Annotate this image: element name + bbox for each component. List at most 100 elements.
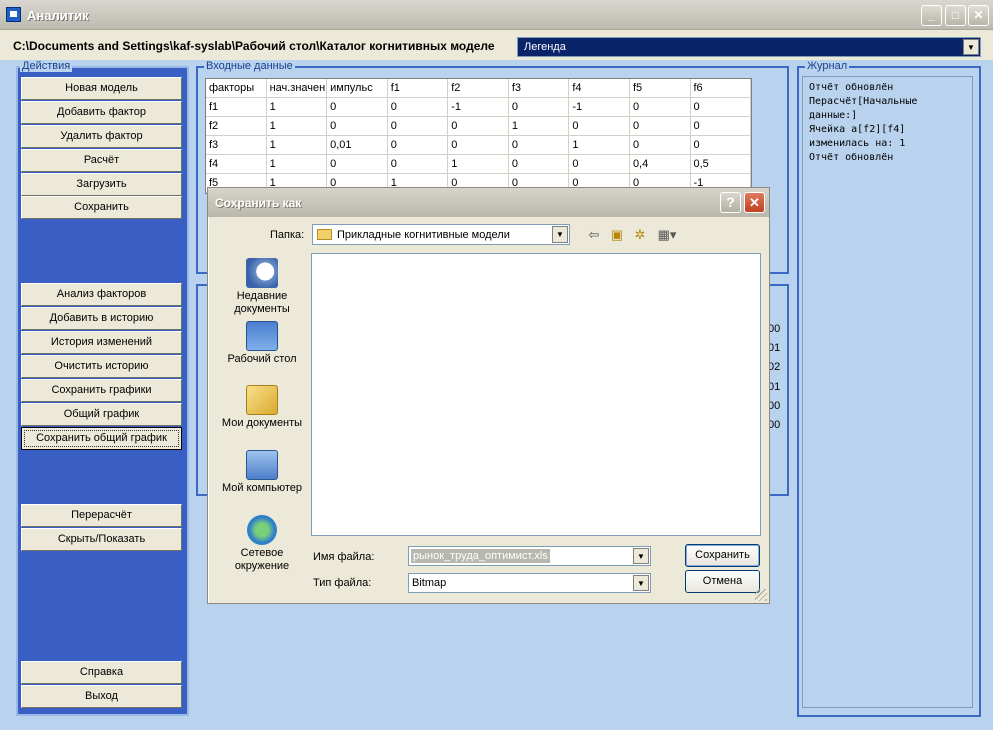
legend-select-value: Легенда: [524, 41, 566, 53]
chevron-down-icon[interactable]: ▼: [963, 39, 979, 55]
grid-cell[interactable]: 1: [266, 136, 328, 155]
chevron-down-icon[interactable]: ▼: [552, 226, 568, 243]
back-arrow-icon[interactable]: ⇦: [585, 226, 603, 244]
grid-cell[interactable]: 0: [387, 98, 449, 117]
minimize-button[interactable]: _: [921, 5, 942, 26]
grid-cell[interactable]: 0: [629, 98, 691, 117]
hide-show-button[interactable]: Скрыть/Показать: [21, 528, 182, 551]
grid-cell[interactable]: 0,01: [327, 136, 388, 155]
close-icon[interactable]: ✕: [744, 192, 765, 213]
legend-select[interactable]: Легенда ▼: [517, 37, 981, 57]
table-row: f1 1 0 0 -1 0 -1 0 0: [206, 98, 752, 117]
partial-value: 00: [768, 323, 781, 335]
partial-value: 01: [768, 342, 781, 355]
actions-group-title: Действия: [20, 60, 73, 72]
grid-cell[interactable]: 1: [569, 136, 630, 155]
grid-cell[interactable]: 1: [508, 117, 570, 136]
journal-log[interactable]: Отчёт обновлён Перасчёт[Начальные данные…: [802, 76, 973, 708]
new-model-button[interactable]: Новая модель: [21, 77, 182, 100]
grid-cell[interactable]: 0: [327, 155, 388, 174]
path-label: C:\Documents and Settings\kaf-syslab\Раб…: [13, 39, 495, 53]
maximize-button[interactable]: □: [945, 5, 966, 26]
change-history-button[interactable]: История изменений: [21, 331, 182, 354]
grid-cell[interactable]: 0: [387, 136, 449, 155]
new-folder-icon[interactable]: ✲: [631, 226, 649, 244]
grid-cell[interactable]: 0: [569, 117, 630, 136]
grid-cell[interactable]: 0: [508, 136, 570, 155]
delete-factor-button[interactable]: Удалить фактор: [21, 125, 182, 148]
dialog-save-button[interactable]: Сохранить: [685, 544, 760, 567]
input-data-grid[interactable]: факторы нач.значени импульс f1 f2 f3 f4 …: [205, 78, 752, 194]
folder-select[interactable]: Прикладные когнитивные модели ▼: [312, 224, 570, 245]
clear-history-button[interactable]: Очистить историю: [21, 355, 182, 378]
save-graphs-button[interactable]: Сохранить графики: [21, 379, 182, 402]
table-row: f4 1 0 0 1 0 0 0,4 0,5: [206, 155, 752, 174]
place-my-documents[interactable]: Мои документы: [214, 385, 310, 430]
grid-cell[interactable]: f2: [206, 117, 267, 136]
dialog-cancel-button[interactable]: Отмена: [685, 570, 760, 593]
grid-cell[interactable]: 0: [387, 155, 449, 174]
grid-cell[interactable]: 1: [266, 117, 328, 136]
grid-cell[interactable]: 0: [690, 117, 752, 136]
grid-cell[interactable]: 0: [448, 117, 509, 136]
file-list[interactable]: [311, 253, 761, 536]
my-documents-icon: [246, 385, 278, 415]
partial-value: 02: [768, 361, 781, 374]
grid-header-cell: факторы: [206, 79, 267, 98]
grid-cell[interactable]: 0: [569, 155, 630, 174]
table-row: f2 1 0 0 0 1 0 0 0: [206, 117, 752, 136]
filename-field[interactable]: рынок_труда_оптимист.xls ▼: [408, 546, 651, 566]
grid-cell[interactable]: 0: [629, 136, 691, 155]
grid-cell[interactable]: 0: [508, 98, 570, 117]
filename-label: Имя файла:: [313, 551, 375, 563]
grid-cell[interactable]: 1: [266, 98, 328, 117]
grid-cell[interactable]: 0: [327, 98, 388, 117]
place-network[interactable]: Сетевое окружение: [214, 515, 310, 573]
title-bar: Аналитик _ □ ✕: [0, 0, 993, 30]
place-desktop[interactable]: Рабочий стол: [214, 321, 310, 366]
add-factor-button[interactable]: Добавить фактор: [21, 101, 182, 124]
view-menu-icon[interactable]: ▦▾: [654, 226, 680, 244]
partial-value: 01: [768, 380, 781, 393]
grid-cell[interactable]: 0: [690, 98, 752, 117]
help-icon[interactable]: ?: [720, 192, 741, 213]
grid-cell[interactable]: f1: [206, 98, 267, 117]
place-recent[interactable]: Недавние документы: [214, 258, 310, 316]
grid-cell[interactable]: -1: [569, 98, 630, 117]
chevron-down-icon[interactable]: ▼: [633, 575, 649, 591]
grid-header-cell: f6: [690, 79, 752, 98]
grid-cell[interactable]: 0: [448, 136, 509, 155]
help-button[interactable]: Справка: [21, 661, 182, 684]
calculate-button[interactable]: Расчёт: [21, 149, 182, 172]
grid-cell[interactable]: f4: [206, 155, 267, 174]
grid-cell[interactable]: f3: [206, 136, 267, 155]
add-to-history-button[interactable]: Добавить в историю: [21, 307, 182, 330]
resize-grip[interactable]: [755, 589, 767, 601]
exit-button[interactable]: Выход: [21, 685, 182, 708]
factor-analysis-button[interactable]: Анализ факторов: [21, 283, 182, 306]
close-window-button[interactable]: ✕: [968, 5, 989, 26]
save-common-graph-button[interactable]: Сохранить общий график: [21, 427, 182, 450]
grid-cell[interactable]: 0,5: [690, 155, 752, 174]
grid-cell[interactable]: 1: [448, 155, 509, 174]
chevron-down-icon[interactable]: ▼: [633, 548, 649, 564]
recalculate-button[interactable]: Перерасчёт: [21, 504, 182, 527]
save-button[interactable]: Сохранить: [21, 196, 182, 219]
place-label: Мой компьютер: [221, 482, 303, 494]
grid-cell[interactable]: 0: [508, 155, 570, 174]
common-graph-button[interactable]: Общий график: [21, 403, 182, 426]
grid-cell[interactable]: 0: [690, 136, 752, 155]
grid-header-cell: импульс: [327, 79, 388, 98]
grid-cell[interactable]: 0: [629, 117, 691, 136]
grid-cell[interactable]: 0,4: [629, 155, 691, 174]
grid-cell[interactable]: 0: [387, 117, 449, 136]
grid-header-cell: f1: [387, 79, 449, 98]
place-my-computer[interactable]: Мой компьютер: [214, 450, 310, 495]
grid-cell[interactable]: 1: [266, 155, 328, 174]
load-button[interactable]: Загрузить: [21, 173, 182, 196]
filetype-select[interactable]: Bitmap ▼: [408, 573, 651, 593]
up-folder-icon[interactable]: ▣: [608, 226, 626, 244]
grid-cell[interactable]: -1: [448, 98, 509, 117]
save-as-dialog: Сохранить как ? ✕ Папка: Прикладные когн…: [207, 187, 770, 604]
grid-cell[interactable]: 0: [327, 117, 388, 136]
